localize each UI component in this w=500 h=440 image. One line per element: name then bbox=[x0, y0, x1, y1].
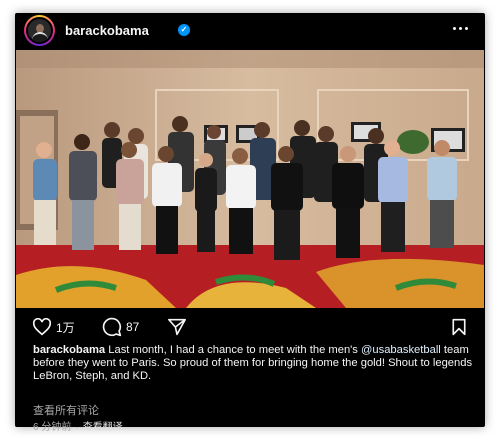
bookmark-icon[interactable] bbox=[451, 318, 467, 336]
view-all-comments-link[interactable]: 查看所有评论 bbox=[33, 402, 99, 418]
post-timestamp: 6 分钟前 bbox=[33, 422, 72, 433]
save-action[interactable] bbox=[451, 318, 467, 341]
see-translation-link[interactable]: 查看翻译 bbox=[83, 422, 123, 433]
post-actions: 1万 87 bbox=[15, 313, 485, 341]
group-photo-illustration bbox=[16, 50, 484, 308]
post-caption: barackobama Last month, I had a chance t… bbox=[33, 344, 475, 383]
more-options-icon[interactable] bbox=[451, 22, 471, 36]
instagram-post: barackobama ✓ 1万 87 barackobama Last mon… bbox=[15, 13, 485, 433]
share-action[interactable] bbox=[167, 317, 187, 337]
caption-text-before: Last month, I had a chance to meet with … bbox=[105, 344, 362, 356]
comment-count: 87 bbox=[126, 320, 140, 334]
like-count: 1万 bbox=[56, 320, 75, 335]
comment-icon[interactable] bbox=[102, 317, 122, 337]
heart-icon[interactable] bbox=[32, 318, 52, 336]
verified-badge-icon: ✓ bbox=[178, 24, 190, 36]
comment-action[interactable]: 87 bbox=[102, 317, 139, 337]
post-meta: 6 分钟前 · 查看翻译 bbox=[33, 418, 123, 433]
avatar[interactable] bbox=[24, 15, 55, 46]
send-icon[interactable] bbox=[167, 318, 187, 336]
meta-separator: · bbox=[75, 422, 79, 433]
profile-avatar-icon bbox=[26, 17, 53, 44]
post-username[interactable]: barackobama bbox=[65, 23, 149, 38]
caption-username[interactable]: barackobama bbox=[33, 344, 105, 356]
like-action[interactable]: 1万 bbox=[32, 317, 75, 337]
post-photo[interactable] bbox=[16, 50, 484, 308]
post-header: barackobama ✓ bbox=[15, 13, 485, 47]
caption-mention[interactable]: @usabasketball bbox=[361, 344, 441, 356]
